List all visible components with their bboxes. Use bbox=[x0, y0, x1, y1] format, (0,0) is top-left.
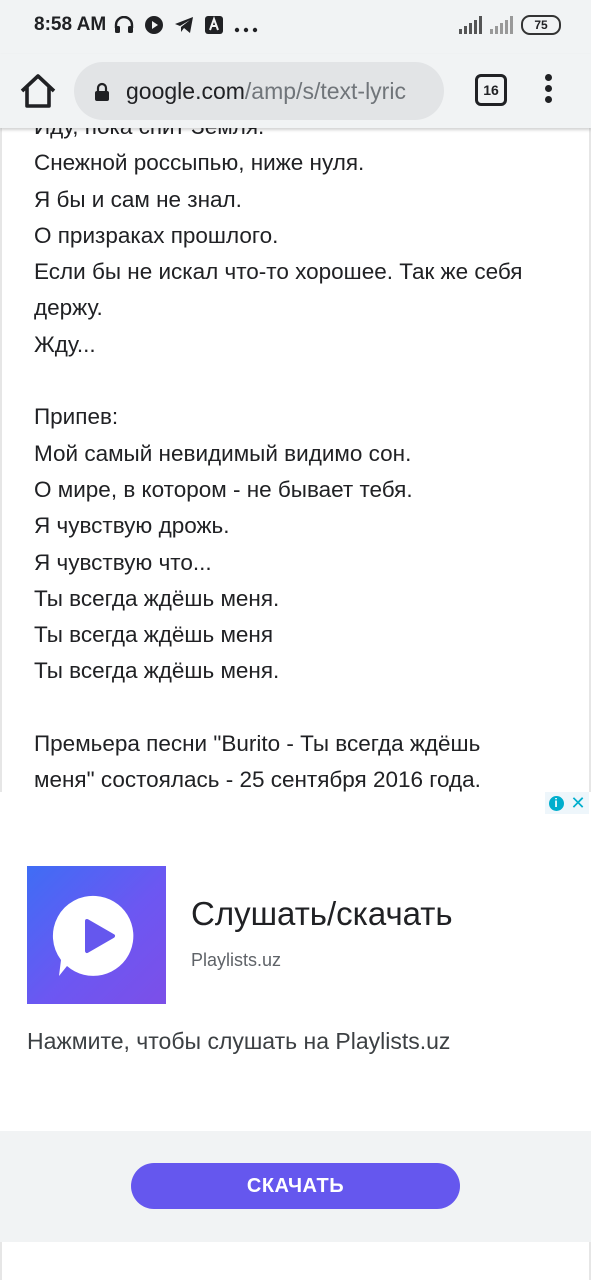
lyrics-line: О призраках прошлого. bbox=[34, 222, 279, 248]
url-domain: google.com bbox=[126, 78, 245, 104]
lyrics-blank-line bbox=[34, 690, 574, 726]
more-icon bbox=[234, 17, 258, 37]
lyrics-line: Я бы и сам не знал. bbox=[34, 186, 242, 212]
ad-description: Нажмите, чтобы слушать на Playlists.uz bbox=[27, 1028, 451, 1054]
status-system-icons: 75 bbox=[459, 15, 561, 35]
lyrics-line: Ты всегда ждёшь меня. bbox=[34, 585, 280, 611]
lyrics-line: Премьера песни "Burito - Ты всегда ждёшь bbox=[34, 731, 481, 757]
download-button[interactable]: СКАЧАТЬ bbox=[131, 1163, 460, 1209]
ad-logo[interactable] bbox=[27, 866, 166, 1004]
url-path: /amp/s/text-lyric bbox=[244, 78, 406, 104]
url-bar[interactable]: google.com/amp/s/text-lyric bbox=[74, 62, 444, 120]
lock-icon bbox=[94, 82, 110, 107]
lyrics-line: Ты всегда ждёшь меня bbox=[34, 622, 274, 648]
play-bubble-icon bbox=[52, 895, 134, 976]
status-notification-icons bbox=[114, 15, 258, 39]
headphones-icon bbox=[114, 15, 134, 38]
lyrics-line: Жду... bbox=[34, 331, 96, 357]
signal-icon-2 bbox=[490, 16, 513, 34]
ad-close-button[interactable]: ✕ bbox=[567, 792, 589, 814]
lyrics-line: Иду, пока спит Земля. bbox=[34, 128, 574, 145]
home-button[interactable] bbox=[18, 72, 58, 110]
lyrics-blank-line bbox=[34, 363, 574, 399]
ad-footer: СКАЧАТЬ bbox=[0, 1131, 591, 1242]
home-icon bbox=[20, 74, 56, 108]
browser-toolbar: google.com/amp/s/text-lyric 16 bbox=[0, 54, 591, 128]
lyrics-line: держу. bbox=[34, 295, 103, 321]
status-time: 8:58 AM bbox=[34, 14, 107, 35]
play-icon bbox=[144, 15, 164, 39]
overflow-menu-button[interactable] bbox=[540, 71, 556, 111]
ad-banner[interactable]: i ✕ Слушать/скачать Playlists.uz Нажмите… bbox=[0, 792, 591, 1242]
lyrics-line: О мире, в котором - не бывает тебя. bbox=[34, 476, 413, 502]
lyrics-line: Я чувствую дрожь. bbox=[34, 513, 230, 539]
lyrics-line: Я чувствую что... bbox=[34, 549, 212, 575]
battery-icon: 75 bbox=[521, 15, 561, 35]
close-icon: ✕ bbox=[570, 793, 586, 813]
ad-badges: i ✕ bbox=[545, 792, 589, 814]
ad-info-button[interactable]: i bbox=[545, 792, 567, 814]
info-icon: i bbox=[548, 795, 564, 811]
telegram-icon bbox=[174, 16, 194, 38]
ad-title[interactable]: Слушать/скачать bbox=[191, 895, 453, 933]
lyrics-line: Если бы не искал что-то хорошее. Так же … bbox=[34, 259, 523, 285]
lyrics-text: Иду, пока спит Земля. Снежной россыпью, н… bbox=[34, 128, 574, 793]
url-text: google.com/amp/s/text-lyric bbox=[126, 78, 406, 105]
page-content-bottom bbox=[0, 1242, 591, 1280]
page-content: Иду, пока спит Земля. Снежной россыпью, н… bbox=[0, 128, 591, 793]
ad-domain: Playlists.uz bbox=[191, 950, 282, 970]
lyrics-line: Припев: bbox=[34, 404, 119, 430]
status-bar: 8:58 AM 75 bbox=[0, 0, 591, 54]
lyrics-line: меня" состоялась - 25 сентября 2016 года… bbox=[34, 767, 481, 793]
news-icon bbox=[204, 15, 224, 39]
tab-switcher-button[interactable]: 16 bbox=[475, 74, 507, 106]
lyrics-line: Мой самый невидимый видимо сон. bbox=[34, 440, 412, 466]
lyrics-line: Ты всегда ждёшь меня. bbox=[34, 658, 280, 684]
lyrics-line: Снежной россыпью, ниже нуля. bbox=[34, 150, 365, 176]
signal-icon bbox=[459, 16, 482, 34]
